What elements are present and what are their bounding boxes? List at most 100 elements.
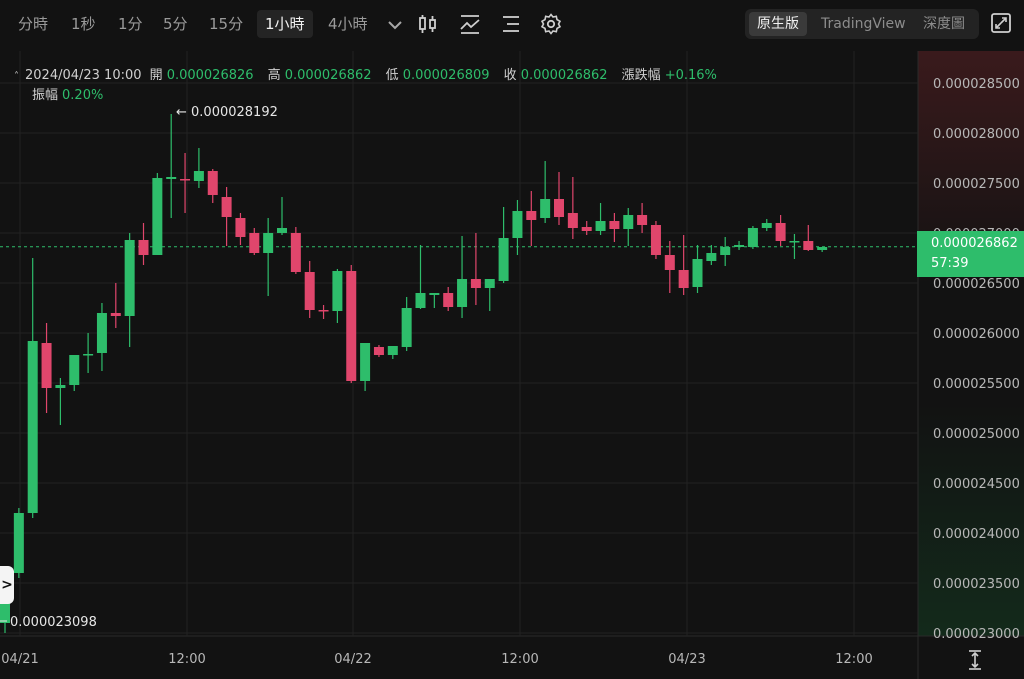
view-switcher: 原生版 TradingView 深度圖 [745,9,979,39]
legend-amplitude-label: 振幅 [32,88,59,103]
legend-close-label: 收 [503,68,517,83]
ohlc-legend: ˄ 2024/04/23 10:00 開 0.000026826 高 0.000026… [14,64,727,83]
legend-high-label: 高 [267,68,281,83]
view-native[interactable]: 原生版 [749,12,807,36]
candle-body-up [415,293,426,308]
timeframe-1s[interactable]: 1秒 [71,10,96,38]
candle-body-up [692,259,703,287]
candle-body-up [706,253,717,261]
legend-date: 2024/04/23 10:00 [25,68,142,83]
candle-body-down [290,233,301,272]
candle-body-up [789,241,800,243]
candle-body-up [401,308,412,347]
candle-body-up [360,343,371,381]
timeframe-4h[interactable]: 4小時 [328,10,368,38]
time-axis: 04/21 12:00 04/22 12:00 04/23 12:00 [1,652,872,667]
price-tick-label: 0.000026000 [933,327,1020,342]
candle-body-up [484,279,495,288]
candle-body-up [512,211,523,238]
candle-body-down [110,313,121,316]
candles [0,114,828,633]
candle-body-up [55,385,66,388]
candle-body-down [567,213,578,228]
candle-body-up [387,346,398,355]
candle-body-up [747,228,758,247]
candle-body-down [180,179,191,181]
gear-icon[interactable] [539,12,563,36]
price-tick-label: 0.000025000 [933,427,1020,442]
legend-amplitude: 0.20% [62,88,104,103]
candle-body-down [637,215,648,225]
candle-body-down [581,227,592,231]
price-tick-label: 0.000027500 [933,177,1020,192]
candle-body-down [526,211,537,220]
candle-body-up [83,354,94,356]
collapse-icon[interactable]: ˄ [14,71,19,82]
list-settings-icon[interactable] [499,12,523,36]
candle-body-down [443,293,454,307]
candle-body-up [761,223,772,228]
candle-body-up [595,221,606,231]
candle-body-up [27,341,38,513]
price-tick-label: 0.000026500 [933,277,1020,292]
time-tick-label: 12:00 [168,652,205,667]
candle-body-up [332,271,343,311]
time-tick-label: 04/22 [334,652,371,667]
candle-body-up [277,228,287,233]
candle-body-up [152,178,163,255]
candle-body-down [609,221,620,229]
timeframe-5m[interactable]: 5分 [163,10,188,38]
timeframe-tick[interactable]: 分時 [18,10,48,38]
candle-body-up [193,171,204,181]
candle-body-up [498,238,509,281]
current-price-tag: 0.000026862 57:39 [917,231,1024,277]
min-price-label: 0.000023098 [10,615,97,630]
candle-body-up [429,293,440,295]
current-price: 0.000026862 [931,236,1018,251]
candle-body-up [623,215,634,229]
timeframe-15m[interactable]: 15分 [209,10,243,38]
candle-body-down [554,199,564,217]
candle-body-up [720,247,731,255]
candle-body-down [775,223,786,241]
price-tick-label: 0.000024000 [933,527,1020,542]
price-tick-label: 0.000024500 [933,477,1020,492]
candle-body-down [346,271,357,381]
candlestick-chart[interactable]: 0.000028500 0.000028000 0.000027500 0.00002… [0,51,1024,679]
candle-body-up [457,279,468,307]
time-tick-label: 12:00 [835,652,872,667]
price-tick-label: 0.000023000 [933,627,1020,642]
candle-body-down [470,279,481,288]
candle-body-down [41,343,52,388]
price-tick-label: 0.000028500 [933,77,1020,92]
chevron-right-icon[interactable]: > [0,566,14,604]
candle-body-up [817,247,828,250]
candle-body-up [166,177,177,179]
candle-body-up [96,313,107,353]
indicator-icon[interactable] [458,12,482,36]
timeframe-1h[interactable]: 1小時 [257,10,313,38]
legend-low-label: 低 [385,68,399,83]
view-tradingview[interactable]: TradingView [821,12,906,36]
auto-scale-icon[interactable] [965,649,985,671]
chevron-down-icon[interactable] [383,12,407,36]
legend-close: 0.000026862 [520,68,608,83]
legend-high: 0.000026862 [284,68,372,83]
chart-toolbar: 分時 1秒 1分 5分 15分 1小時 4小時 原生版 TradingView … [0,0,1024,48]
time-tick-label: 04/23 [668,652,705,667]
legend-open-label: 開 [149,68,163,83]
candlestick-type-icon[interactable] [416,12,440,36]
view-depth[interactable]: 深度圖 [923,12,965,36]
candle-body-down [678,270,689,288]
timeframe-1m[interactable]: 1分 [118,10,143,38]
candle-countdown: 57:39 [931,256,969,271]
price-tick-label: 0.000023500 [933,577,1020,592]
max-price-label: ← 0.000028192 [176,105,278,120]
amplitude-legend: 振幅 0.20% [32,84,113,103]
fullscreen-icon[interactable] [990,12,1012,34]
candle-body-up [540,199,551,218]
legend-open: 0.000026826 [166,68,254,83]
candle-body-down [664,255,675,270]
price-tick-label: 0.000025500 [933,377,1020,392]
candle-body-down [650,225,661,255]
